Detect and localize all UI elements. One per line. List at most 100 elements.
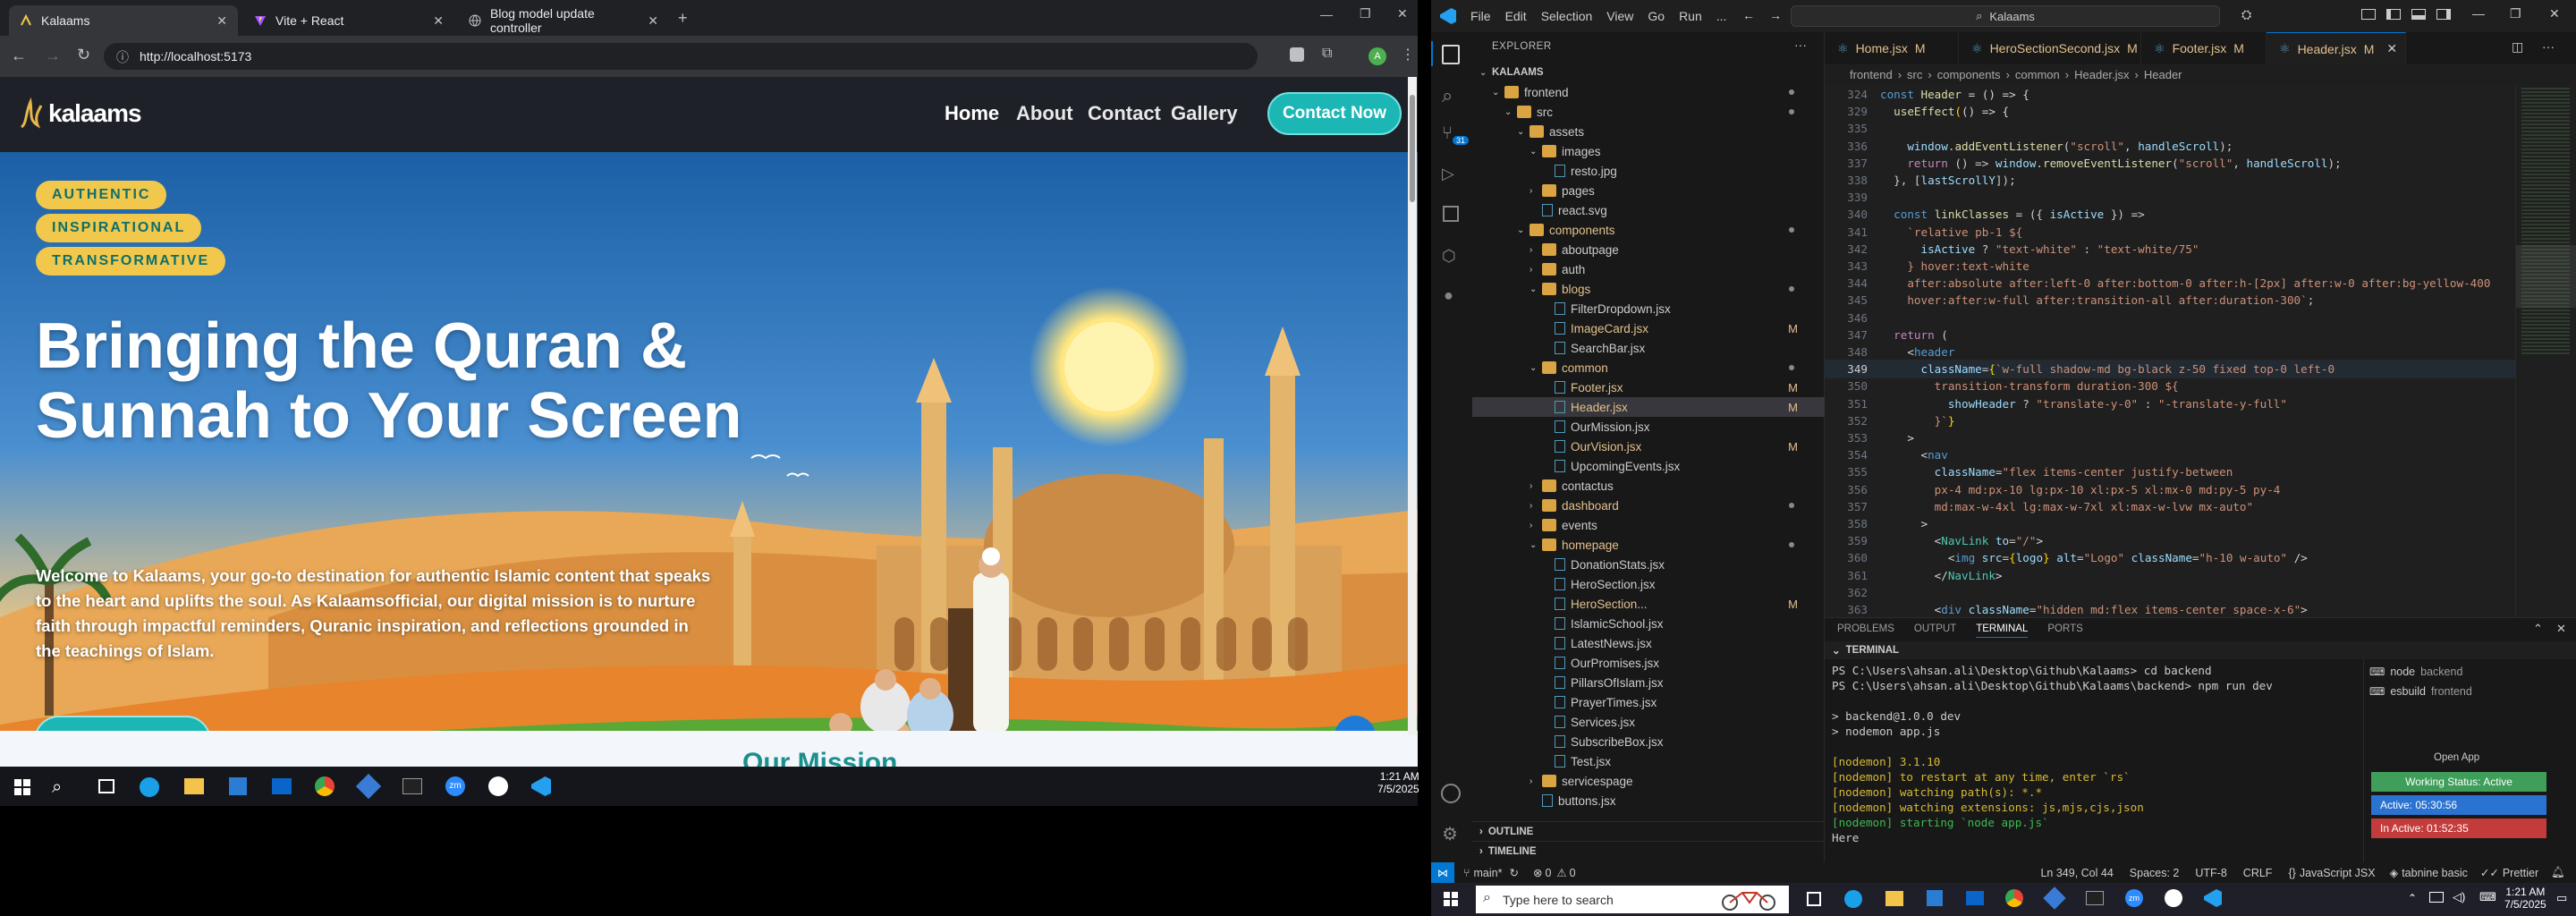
app-circle-icon[interactable] [488,776,508,796]
tree-folder[interactable]: › pages [1472,181,1825,200]
code-line[interactable]: 358 > [1825,515,2576,532]
sync-icon[interactable]: ↻ [1509,866,1518,879]
vscode-icon[interactable] [531,776,551,796]
explorer-icon[interactable] [1442,45,1460,64]
code-line[interactable]: 342 isActive ? "text-white" : "text-whit… [1825,241,2576,258]
code-line[interactable]: 354 <nav [1825,446,2576,463]
breadcrumb-item[interactable]: common [2015,68,2060,81]
zoom-icon[interactable]: zm [445,776,465,796]
chevron-right-icon[interactable]: › [1530,186,1542,196]
panel-tab-terminal[interactable]: TERMINAL [1976,623,2029,638]
tree-folder[interactable]: ⌄ blogs [1472,279,1825,299]
reload-icon[interactable]: ↻ [77,46,90,64]
chevron-down-icon[interactable]: ⌄ [1517,127,1530,137]
toggle-secondary-sidebar-icon[interactable] [2436,9,2451,20]
copilot-icon[interactable]: ⛭ [2241,7,2251,22]
accounts-icon[interactable] [1441,784,1461,803]
edge-icon[interactable] [1844,890,1862,908]
code-line[interactable]: 345 hover:after:w-full after:transition-… [1825,292,2576,309]
code-line[interactable]: 363 <div className="hidden md:flex items… [1825,601,2576,617]
tree-folder[interactable]: ⌄ components [1472,220,1825,240]
site-logo[interactable]: kalaams [18,97,142,131]
editor-more-icon[interactable]: ··· [2542,39,2555,54]
nav-back-icon[interactable]: ← [1742,8,1755,22]
code-line[interactable]: 350 transition-transform duration-300 ${ [1825,377,2576,394]
code-editor[interactable]: 324 const Header = () => {329 useEffect((… [1825,84,2576,617]
close-tab-icon[interactable]: ✕ [2386,41,2397,56]
toggle-sidebar-icon[interactable] [2386,9,2401,20]
maximize-button[interactable]: ❐ [1360,6,1371,21]
notifications-bell-icon[interactable]: 🔔︎ [2551,866,2565,879]
chevron-down-icon[interactable]: ⌄ [1530,284,1542,294]
menu-kebab-icon[interactable]: ⋮ [1401,46,1415,64]
file-explorer-icon[interactable] [1885,891,1903,906]
breadcrumb-item[interactable]: src [1907,68,1922,81]
clock[interactable]: 1:21 AM 7/5/2025 [1377,770,1419,795]
code-line[interactable]: 324 const Header = () => { [1825,86,2576,103]
code-line[interactable]: 344 after:absolute after:left-0 after:bo… [1825,275,2576,292]
close-button[interactable]: ✕ [2549,6,2560,21]
tree-file[interactable]: OurMission.jsx [1472,417,1825,437]
tree-file[interactable]: LatestNews.jsx [1472,633,1825,653]
panel-maximize-icon[interactable]: ⌃ [2533,622,2543,636]
open-app-label[interactable]: Open App [2434,752,2479,763]
store-icon[interactable] [1927,890,1943,906]
menu-more[interactable]: ... [1716,9,1727,23]
tree-file[interactable]: HeroSection... M [1472,594,1825,614]
minimize-button[interactable]: — [2472,6,2485,21]
network-icon[interactable] [2429,892,2444,903]
explorer-more-icon[interactable]: ··· [1794,38,1807,52]
minimize-button[interactable]: — [1320,7,1333,21]
store-icon[interactable] [229,777,247,795]
code-line[interactable]: 361 </NavLink> [1825,567,2576,584]
tree-folder[interactable]: › dashboard [1472,496,1825,515]
command-center-search[interactable]: ⌕ Kalaams [1791,5,2220,27]
contact-now-button[interactable]: Contact Now [1267,92,1402,135]
git-branch[interactable]: main* [1474,867,1503,879]
code-line[interactable]: 340 const linkClasses = ({ isActive }) =… [1825,206,2576,223]
chevron-down-icon[interactable]: ⌄ [1530,363,1542,373]
mail-icon[interactable] [272,778,292,794]
outline-section[interactable]: › OUTLINE [1472,821,1825,841]
taskbar-search-box[interactable]: ⌕ Type here to search [1476,886,1789,913]
nav-gallery[interactable]: Gallery [1171,102,1238,125]
close-tab-icon[interactable]: ✕ [433,13,444,29]
terminal-output[interactable]: PS C:\Users\ahsan.ali\Desktop\Github\Kal… [1832,663,2360,858]
code-line[interactable]: 343 } hover:text-white [1825,258,2576,275]
close-tab-icon[interactable]: ✕ [216,13,227,29]
tree-folder[interactable]: ⌄ KALAAMS [1472,63,1825,82]
code-line[interactable]: 359 <NavLink to="/"> [1825,532,2576,549]
file-explorer-icon[interactable] [184,778,204,794]
tree-folder[interactable]: ⌄ homepage [1472,535,1825,555]
menu-go[interactable]: Go [1648,9,1665,23]
chevron-right-icon[interactable]: › [1530,481,1542,491]
chevron-down-icon[interactable]: ⌄ [1492,88,1504,98]
task-view-icon[interactable] [98,779,114,793]
tree-file[interactable]: OurPromises.jsx [1472,653,1825,673]
terminal-session[interactable]: ⌨ node backend [2369,663,2462,681]
profile-avatar[interactable]: A [1368,47,1386,65]
tree-folder[interactable]: › servicespage [1472,771,1825,791]
extensions-puzzle-icon[interactable]: ⧉ [1322,46,1332,62]
menu-edit[interactable]: Edit [1505,9,1527,23]
docker-icon[interactable]: ● [1444,286,1453,305]
code-line[interactable]: 341 `relative pb-1 ${ [1825,224,2576,241]
terminal-icon[interactable] [2086,891,2104,905]
breadcrumb-item[interactable]: components [1937,68,2001,81]
back-icon[interactable]: ← [11,47,27,65]
code-line[interactable]: 336 window.addEventListener("scroll", ha… [1825,138,2576,155]
chevron-right-icon[interactable]: › [1530,501,1542,511]
code-line[interactable]: 357 md:max-w-4xl lg:max-w-7xl xl:max-w-l… [1825,498,2576,515]
search-icon[interactable]: ⌕ [1442,84,1453,107]
indentation[interactable]: Spaces: 2 [2130,867,2180,879]
tree-folder[interactable]: ⌄ assets [1472,122,1825,141]
menu-file[interactable]: File [1470,9,1491,23]
prettier-status[interactable]: Prettier [2503,867,2538,879]
timeline-section[interactable]: › TIMELINE [1472,841,1825,861]
panel-tab-problems[interactable]: PROBLEMS [1837,623,1894,638]
breadcrumb-item[interactable]: Header [2144,68,2182,81]
chevron-right-icon[interactable]: › [1530,521,1542,530]
close-tab-icon[interactable]: ✕ [648,13,658,29]
tree-file[interactable]: SubscribeBox.jsx [1472,732,1825,751]
browser-tab-vite[interactable]: Vite + React ✕ [243,5,454,36]
